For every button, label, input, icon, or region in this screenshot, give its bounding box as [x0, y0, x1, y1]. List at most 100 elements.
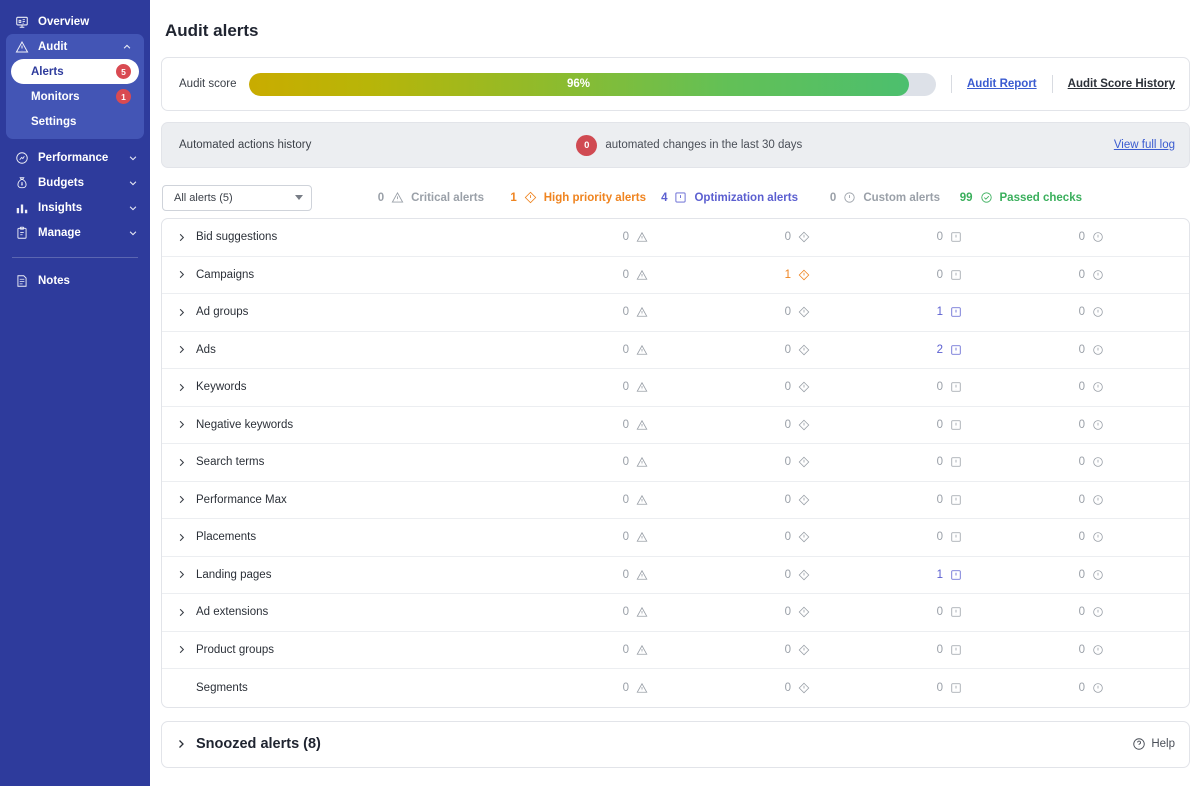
cell-custom[interactable]: 0 [962, 494, 1104, 506]
column-header-custom[interactable]: 0 Custom alerts [798, 191, 940, 204]
cell-custom[interactable]: 0 [962, 231, 1104, 243]
cell-high[interactable]: 0 [648, 419, 810, 431]
cell-high[interactable]: 0 [648, 231, 810, 243]
chevron-right-icon[interactable] [174, 457, 188, 468]
table-row[interactable]: Placements00005 [162, 519, 1189, 557]
column-header-optimization[interactable]: 4 Optimization alerts [646, 191, 798, 204]
cell-high[interactable]: 0 [648, 682, 810, 694]
chevron-right-icon[interactable] [174, 532, 188, 543]
cell-custom[interactable]: 0 [962, 569, 1104, 581]
cell-custom[interactable]: 0 [962, 456, 1104, 468]
cell-passed[interactable]: 16 [1104, 231, 1190, 243]
cell-critical[interactable]: 0 [476, 231, 648, 243]
chevron-right-icon[interactable] [174, 382, 188, 393]
cell-critical[interactable]: 0 [476, 644, 648, 656]
sidebar-item-insights[interactable]: Insights [0, 195, 150, 220]
cell-custom[interactable]: 0 [962, 682, 1104, 694]
cell-passed[interactable]: 7 [1104, 456, 1190, 468]
table-row[interactable]: Keywords000016 [162, 369, 1189, 407]
table-row[interactable]: Landing pages00103 [162, 557, 1189, 595]
cell-high[interactable]: 0 [648, 606, 810, 618]
cell-optimization[interactable]: 0 [810, 269, 962, 281]
cell-critical[interactable]: 0 [476, 682, 648, 694]
cell-critical[interactable]: 0 [476, 269, 648, 281]
cell-optimization[interactable]: 0 [810, 494, 962, 506]
view-full-log-link[interactable]: View full log [1114, 139, 1175, 151]
table-row[interactable]: Search terms00007 [162, 444, 1189, 482]
cell-critical[interactable]: 0 [476, 419, 648, 431]
cell-critical[interactable]: 0 [476, 531, 648, 543]
column-header-critical[interactable]: 0 Critical alerts [312, 191, 484, 204]
cell-passed[interactable]: 6 [1104, 269, 1190, 281]
cell-critical[interactable]: 0 [476, 494, 648, 506]
cell-custom[interactable]: 0 [962, 606, 1104, 618]
cell-optimization[interactable]: 0 [810, 531, 962, 543]
table-row[interactable]: Campaigns01006 [162, 257, 1189, 295]
chevron-right-icon[interactable] [174, 307, 188, 318]
table-row[interactable]: Negative keywords00006 [162, 407, 1189, 445]
cell-passed[interactable]: 0 [1104, 682, 1190, 694]
snoozed-alerts-card[interactable]: Snoozed alerts (8) Help [161, 721, 1190, 768]
sidebar-item-budgets[interactable]: Budgets [0, 170, 150, 195]
cell-optimization[interactable]: 0 [810, 231, 962, 243]
chevron-right-icon[interactable] [174, 232, 188, 243]
cell-high[interactable]: 1 [648, 269, 810, 281]
cell-optimization[interactable]: 0 [810, 606, 962, 618]
cell-custom[interactable]: 0 [962, 644, 1104, 656]
help-button[interactable]: Help [1132, 737, 1175, 751]
column-header-passed[interactable]: 99 Passed checks [940, 191, 1082, 204]
cell-custom[interactable]: 0 [962, 419, 1104, 431]
cell-optimization[interactable]: 0 [810, 644, 962, 656]
cell-custom[interactable]: 0 [962, 381, 1104, 393]
cell-critical[interactable]: 0 [476, 606, 648, 618]
sidebar-item-settings[interactable]: Settings [11, 109, 139, 134]
cell-passed[interactable]: 6 [1104, 419, 1190, 431]
cell-optimization[interactable]: 1 [810, 569, 962, 581]
cell-custom[interactable]: 0 [962, 269, 1104, 281]
cell-optimization[interactable]: 1 [810, 306, 962, 318]
cell-passed[interactable]: 8 [1104, 606, 1190, 618]
chevron-right-icon[interactable] [174, 569, 188, 580]
cell-passed[interactable]: 16 [1104, 381, 1190, 393]
audit-score-history-link[interactable]: Audit Score History [1053, 78, 1175, 90]
sidebar-item-audit[interactable]: Audit [6, 34, 144, 59]
table-row[interactable]: Product groups00001 [162, 632, 1189, 670]
sidebar-item-performance[interactable]: Performance [0, 145, 150, 170]
cell-high[interactable]: 0 [648, 494, 810, 506]
alerts-filter-select[interactable]: All alerts (5) [162, 185, 312, 211]
chevron-right-icon[interactable] [174, 494, 188, 505]
cell-critical[interactable]: 0 [476, 344, 648, 356]
cell-passed[interactable]: 3 [1104, 569, 1190, 581]
cell-custom[interactable]: 0 [962, 306, 1104, 318]
table-row[interactable]: Segments00000 [162, 669, 1189, 707]
sidebar-item-alerts[interactable]: Alerts 5 [11, 59, 139, 84]
cell-critical[interactable]: 0 [476, 381, 648, 393]
sidebar-item-notes[interactable]: Notes [0, 268, 150, 293]
chevron-right-icon[interactable] [174, 419, 188, 430]
cell-passed[interactable]: 10 [1104, 494, 1190, 506]
cell-passed[interactable]: 7 [1104, 306, 1190, 318]
cell-optimization[interactable]: 0 [810, 682, 962, 694]
cell-custom[interactable]: 0 [962, 531, 1104, 543]
chevron-right-icon[interactable] [174, 607, 188, 618]
chevron-right-icon[interactable] [174, 644, 188, 655]
cell-high[interactable]: 0 [648, 644, 810, 656]
table-row[interactable]: Performance Max000010 [162, 482, 1189, 520]
table-row[interactable]: Ad groups00107 [162, 294, 1189, 332]
column-header-high-priority[interactable]: 1 High priority alerts [484, 191, 646, 204]
cell-high[interactable]: 0 [648, 531, 810, 543]
cell-optimization[interactable]: 0 [810, 456, 962, 468]
cell-passed[interactable]: 5 [1104, 531, 1190, 543]
sidebar-item-manage[interactable]: Manage [0, 220, 150, 245]
cell-optimization[interactable]: 0 [810, 419, 962, 431]
cell-optimization[interactable]: 2 [810, 344, 962, 356]
sidebar-item-monitors[interactable]: Monitors 1 [11, 84, 139, 109]
cell-critical[interactable]: 0 [476, 569, 648, 581]
table-row[interactable]: Bid suggestions000016 [162, 219, 1189, 257]
chevron-right-icon[interactable] [174, 269, 188, 280]
cell-high[interactable]: 0 [648, 344, 810, 356]
cell-passed[interactable]: 1 [1104, 644, 1190, 656]
chevron-right-icon[interactable] [174, 344, 188, 355]
cell-passed[interactable]: 14 [1104, 344, 1190, 356]
cell-critical[interactable]: 0 [476, 306, 648, 318]
